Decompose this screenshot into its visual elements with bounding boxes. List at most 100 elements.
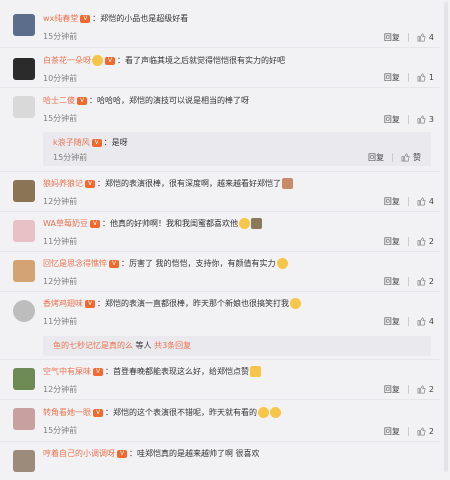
sub-reply: k浪子随风 V ：是呀 15分钟前 回复 赞 xyxy=(43,132,431,166)
comment-username[interactable]: 空气中有屎味 xyxy=(43,367,91,376)
comment-username[interactable]: 哈士二傻 xyxy=(43,96,75,105)
vip-badge-icon: V xyxy=(89,219,100,228)
thumb-up-icon[interactable] xyxy=(417,427,426,436)
like-count: 4 xyxy=(428,33,434,42)
thumb-up-icon[interactable] xyxy=(401,153,410,162)
thumb-up-icon[interactable] xyxy=(417,197,426,206)
vip-badge-icon: V xyxy=(109,259,119,268)
avatar[interactable] xyxy=(13,368,35,390)
thumb-up-icon[interactable] xyxy=(417,385,426,394)
sub-reply-time: 15分钟前 xyxy=(53,153,88,162)
avatar[interactable] xyxy=(13,96,35,118)
comment-item: 回忆是思念得憔悴 V ：厉害了 我的恺恺，支持你，有颜值有实力 12分钟前 回复 2 xyxy=(0,252,440,292)
comment-username[interactable]: WA草莓奶豆 xyxy=(43,219,88,228)
comment-username[interactable]: 回忆是思念得憔悴 xyxy=(43,259,107,268)
thumb-up-icon[interactable] xyxy=(417,73,426,82)
avatar[interactable] xyxy=(13,300,35,322)
comment-time: 15分钟前 xyxy=(43,426,78,435)
avatar[interactable] xyxy=(13,450,35,472)
comment-time: 12分钟前 xyxy=(43,197,78,206)
sun-emoji-icon xyxy=(92,55,103,66)
like-label[interactable]: 赞 xyxy=(413,152,421,163)
thumb-up-icon[interactable] xyxy=(417,115,426,124)
comment-text: ：郑恺的表演很棒，很有深度啊，越来越看好郑恺了 xyxy=(97,179,281,188)
grin-emoji-icon xyxy=(276,258,288,269)
comment-item: wx纯春堂 V ：郑恺的小品也是超级好看 15分钟前 回复 4 xyxy=(0,0,440,48)
more-replies-user[interactable]: 鱼的七秒记忆是真的么 xyxy=(53,341,133,350)
comment-text: ：哇郑恺真的是越来越帅了啊 很喜欢 xyxy=(129,449,260,458)
like-count: 2 xyxy=(428,237,434,246)
comment-text: ：看了声临其境之后就觉得恺恺很有实力的好吧 xyxy=(117,56,285,65)
comment-username[interactable]: wx纯春堂 xyxy=(43,14,78,23)
reply-button[interactable]: 回复 xyxy=(384,114,400,125)
avatar[interactable] xyxy=(13,220,35,242)
comment-time: 11分钟前 xyxy=(43,317,78,326)
comment-text: ：郑恺的小品也是超级好看 xyxy=(92,14,189,23)
comment-text: ：首登春晚都能表现这么好，给郑恺点赞 xyxy=(105,367,249,376)
sub-reply-button[interactable]: 回复 xyxy=(368,152,384,163)
thumb-up-icon[interactable] xyxy=(417,33,426,42)
avatar[interactable] xyxy=(13,180,35,202)
like-count: 2 xyxy=(428,385,434,394)
avatar[interactable] xyxy=(13,260,35,282)
thumb-up-icon[interactable] xyxy=(417,237,426,246)
emoji-icon xyxy=(270,407,281,418)
vip-badge-icon: V xyxy=(85,179,95,188)
comment-text: ：他真的好帅啊！我和我闺蜜都喜欢他 xyxy=(101,219,238,228)
reply-button[interactable]: 回复 xyxy=(384,316,400,327)
like-count: 2 xyxy=(428,277,434,286)
comment-time: 12分钟前 xyxy=(43,385,78,394)
comment-item: 香烤鸡翅味 V ：郑恺的表演一直都很棒，昨天那个新娘也很搞笑打我 11分钟前 回复 4… xyxy=(0,292,440,360)
reply-button[interactable]: 回复 xyxy=(384,196,400,207)
more-replies-mid: 等人 xyxy=(133,341,155,350)
comment-text: ：郑恺的表演一直都很棒，昨天那个新娘也很搞笑打我 xyxy=(97,299,289,308)
vip-badge-icon: V xyxy=(91,138,102,147)
reply-button[interactable]: 回复 xyxy=(384,236,400,247)
scrollbar[interactable] xyxy=(444,2,448,472)
comment-time: 10分钟前 xyxy=(43,74,78,83)
avatar[interactable] xyxy=(13,58,35,80)
reply-button[interactable]: 回复 xyxy=(384,32,400,43)
thumbs-up-emoji-icon xyxy=(250,366,261,377)
comment-time: 15分钟前 xyxy=(43,114,78,123)
vip-badge-icon: V xyxy=(85,299,95,308)
reply-button[interactable]: 回复 xyxy=(384,276,400,287)
like-count: 1 xyxy=(428,73,434,82)
thumb-up-icon[interactable] xyxy=(417,317,426,326)
like-count: 4 xyxy=(428,197,434,206)
comment-username[interactable]: 哼着自己的小调调呀 xyxy=(43,449,115,458)
like-count: 4 xyxy=(428,317,434,326)
comment-item: 空气中有屎味 V ：首登春晚都能表现这么好，给郑恺点赞 12分钟前 回复 2 xyxy=(0,360,440,400)
thumb-up-icon[interactable] xyxy=(417,277,426,286)
comment-username[interactable]: 白茶花一朵呀 xyxy=(43,56,91,65)
comment-item: 狼妈养狼记 V ：郑恺的表演很棒，很有深度啊，越来越看好郑恺了 12分钟前 回复 4 xyxy=(0,172,440,212)
reply-button[interactable]: 回复 xyxy=(384,426,400,437)
comment-username[interactable]: 狼妈养狼记 xyxy=(43,179,83,188)
emoji-icon xyxy=(250,218,262,229)
comment-text: ：郑恺的这个表演很不错呢，昨天就有看的 xyxy=(105,408,257,417)
sub-reply-username[interactable]: k浪子随风 xyxy=(53,138,90,147)
vip-badge-icon: V xyxy=(105,56,115,65)
reply-button[interactable]: 回复 xyxy=(384,384,400,395)
vip-badge-icon: V xyxy=(93,367,103,376)
comment-username[interactable]: 香烤鸡翅味 xyxy=(43,299,83,308)
comment-time: 15分钟前 xyxy=(43,32,78,41)
avatar[interactable] xyxy=(13,14,35,36)
smile-emoji-icon xyxy=(238,218,250,229)
comment-text: ：厉害了 我的恺恺，支持你，有颜值有实力 xyxy=(121,259,276,268)
like-count: 3 xyxy=(428,115,434,124)
more-replies-link[interactable]: 共3条回复 xyxy=(154,341,191,350)
reply-button[interactable]: 回复 xyxy=(384,72,400,83)
sub-reply-text: ：是呀 xyxy=(103,138,128,147)
vip-badge-icon: V xyxy=(80,14,91,23)
comment-time: 11分钟前 xyxy=(43,237,78,246)
emoji-icon xyxy=(282,178,293,189)
vip-badge-icon: V xyxy=(117,449,127,458)
comment-text: ：哈哈哈，郑恺的演技可以说是相当的棒了呀 xyxy=(89,96,249,105)
avatar[interactable] xyxy=(13,408,35,430)
laugh-emoji-icon xyxy=(290,298,301,309)
more-replies[interactable]: 鱼的七秒记忆是真的么 等人 共3条回复 xyxy=(43,336,431,356)
like-count: 2 xyxy=(428,427,434,436)
comment-username[interactable]: 转角看她一眼 xyxy=(43,408,91,417)
comment-item: 哈士二傻 V ：哈哈哈，郑恺的演技可以说是相当的棒了呀 15分钟前 回复 3 k浪子随… xyxy=(0,88,440,172)
